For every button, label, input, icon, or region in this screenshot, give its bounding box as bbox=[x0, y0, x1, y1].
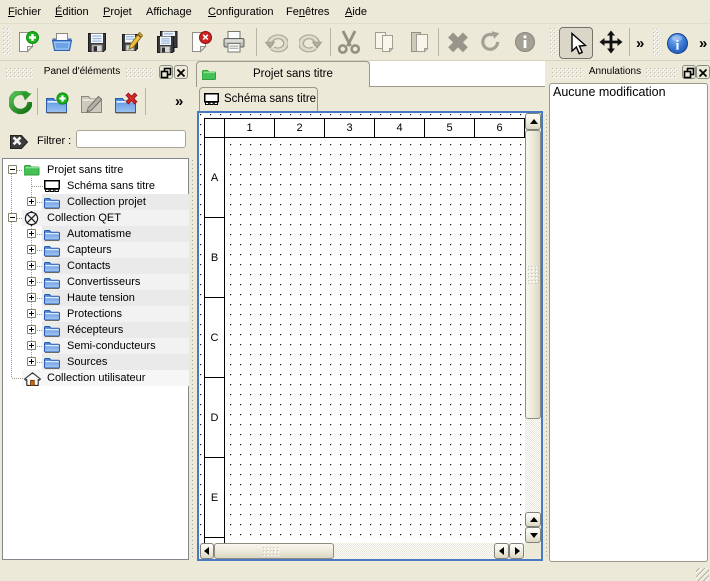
svg-text:i: i bbox=[676, 39, 680, 54]
